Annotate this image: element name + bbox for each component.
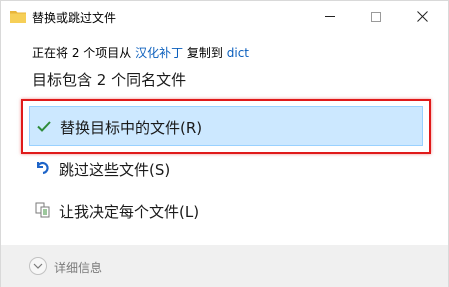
copy-middle: 复制到 (183, 46, 227, 60)
decide-each-file-label: 让我决定每个文件(L) (59, 203, 200, 221)
minimize-button[interactable] (307, 1, 353, 32)
skip-files-label: 跳过这些文件(S) (59, 161, 171, 179)
source-folder-link[interactable]: 汉化补丁 (135, 46, 183, 60)
highlight-annotation (21, 99, 431, 154)
conflict-heading: 目标包含 2 个同名文件 (32, 71, 187, 89)
replace-skip-dialog: 替换或跳过文件 正在将 2 个项目从 汉化补丁 复制到 dict 目标包含 2 … (0, 0, 449, 287)
window-title: 替换或跳过文件 (32, 11, 117, 25)
title-bar: 替换或跳过文件 (1, 1, 448, 33)
close-button[interactable] (399, 1, 445, 32)
decide-each-file-option[interactable]: 让我决定每个文件(L) (29, 191, 423, 231)
maximize-icon (371, 11, 381, 22)
more-details-label[interactable]: 详细信息 (54, 259, 102, 276)
chevron-down-icon (33, 263, 43, 269)
destination-folder-link[interactable]: dict (227, 46, 249, 60)
skip-arrow-icon (36, 161, 49, 175)
skip-files-option[interactable]: 跳过这些文件(S) (29, 149, 423, 189)
copy-status-line: 正在将 2 个项目从 汉化补丁 复制到 dict (32, 44, 249, 61)
compare-files-icon (35, 202, 50, 218)
close-icon (416, 11, 428, 22)
minimize-icon (325, 16, 335, 17)
folder-icon (10, 11, 26, 23)
copy-prefix: 正在将 2 个项目从 (32, 46, 136, 60)
maximize-button[interactable] (353, 1, 399, 32)
more-details-button[interactable] (29, 257, 47, 275)
